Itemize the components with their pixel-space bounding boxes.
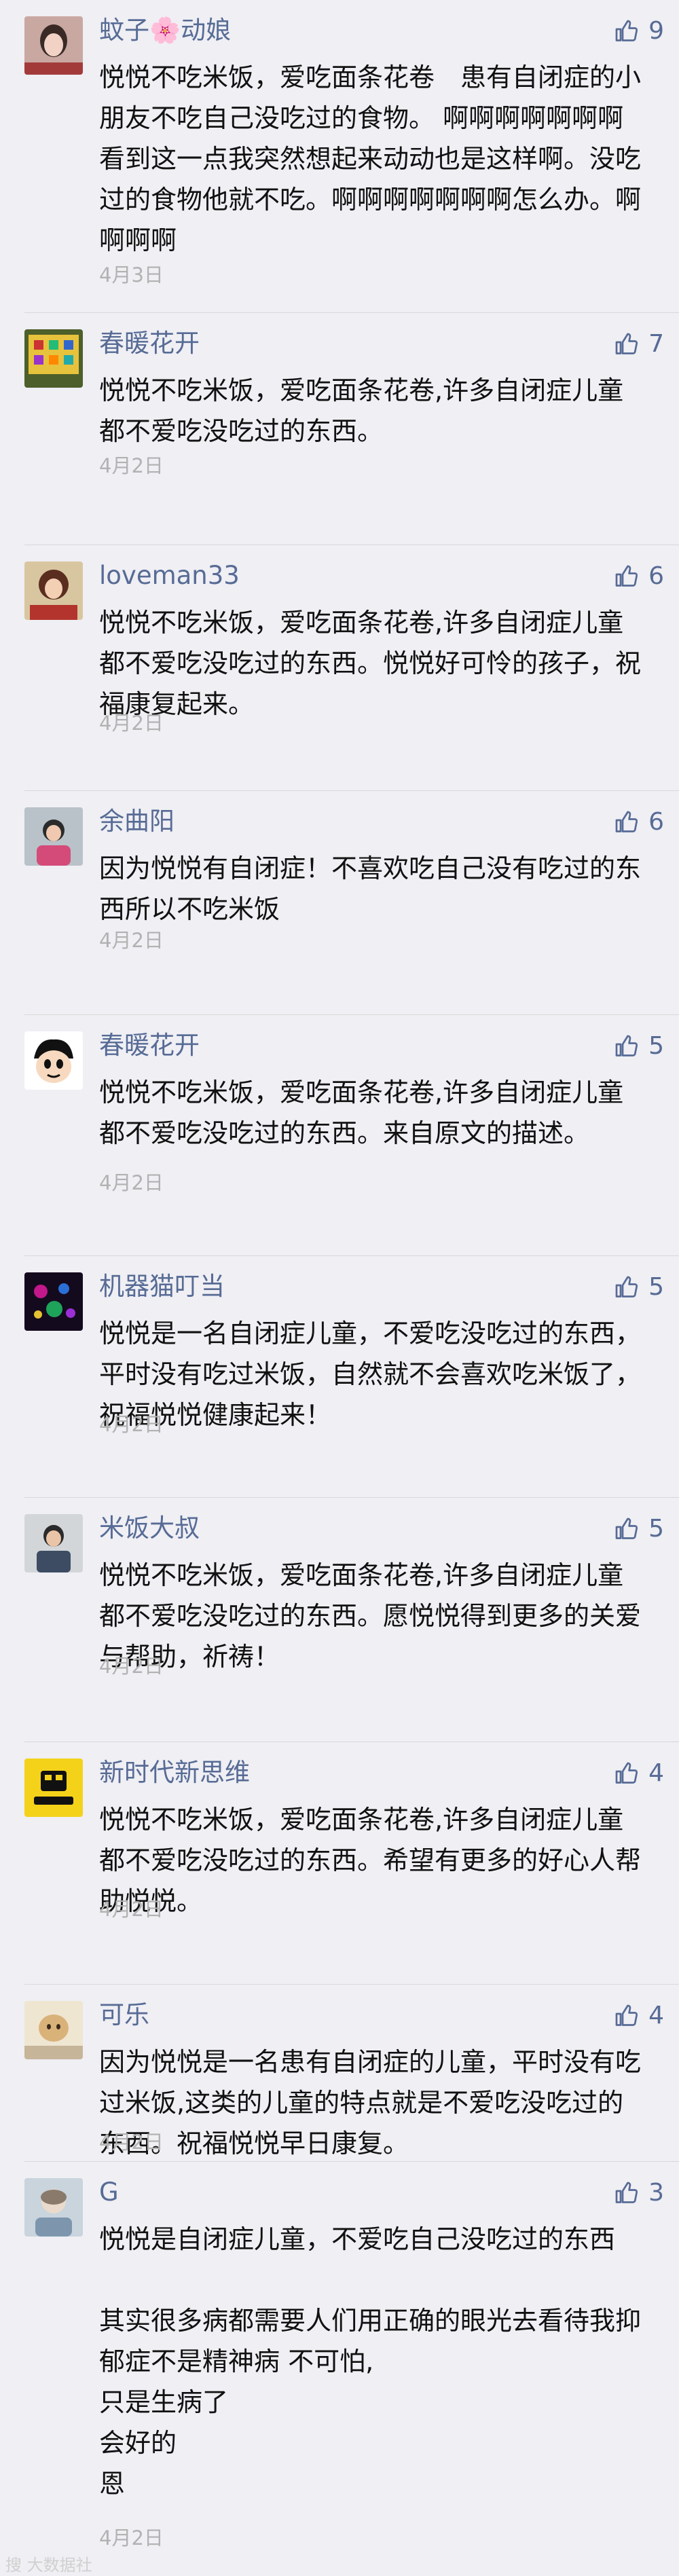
comment-item: G 3 悦悦是自闭症儿童，不爱吃自己没吃过的东西 其实很多病都需要人们用正确的眼… xyxy=(0,2162,679,2556)
comment-item: 可乐 4 因为悦悦是一名患有自闭症的儿童，平时没有吃过米饭,这类的儿童的特点就是… xyxy=(0,1985,679,2162)
avatar[interactable] xyxy=(24,1272,83,1331)
avatar[interactable] xyxy=(24,2001,83,2059)
comment-text: 悦悦不吃米饭，爱吃面条花卷,许多自闭症儿童都不爱吃没吃过的东西。来自原文的描述。 xyxy=(99,1078,624,1148)
comment-date: 4月2日 xyxy=(99,1413,164,1436)
thumbs-up-icon xyxy=(615,333,638,354)
avatar[interactable] xyxy=(24,16,83,75)
thumbs-up-icon xyxy=(615,1517,638,1539)
comment-item: 机器猫叮当 5 悦悦是一名自闭症儿童，不爱吃没吃过的东西，平时没有吃过米饭，自然… xyxy=(0,1256,679,1498)
comment-text: 悦悦不吃米饭，爱吃面条花卷,许多自闭症儿童都不爱吃没吃过的东西。 xyxy=(99,375,624,446)
like-count: 6 xyxy=(648,562,664,590)
thumbs-up-icon xyxy=(615,565,638,587)
comment-date: 4月2日 xyxy=(99,2526,164,2550)
comment-text: 因为悦悦是一名患有自闭症的儿童，平时没有吃过米饭,这类的儿童的特点就是不爱吃没吃… xyxy=(99,2047,642,2158)
like-count: 9 xyxy=(648,17,664,45)
like-button[interactable]: 6 xyxy=(614,806,664,839)
like-button[interactable]: 3 xyxy=(614,2177,664,2209)
like-button[interactable]: 5 xyxy=(614,1513,664,1545)
like-button[interactable]: 7 xyxy=(614,328,664,361)
comment-date: 4月2日 xyxy=(99,1171,164,1194)
comment-item: 新时代新思维 4 悦悦不吃米饭，爱吃面条花卷,许多自闭症儿童都不爱吃没吃过的东西… xyxy=(0,1742,679,1985)
comment-text: 悦悦是自闭症儿童，不爱吃自己没吃过的东西 其实很多病都需要人们用正确的眼光去看待… xyxy=(99,2224,642,2499)
like-count: 7 xyxy=(648,330,664,358)
like-count: 5 xyxy=(648,1515,664,1543)
avatar[interactable] xyxy=(24,807,83,866)
like-button[interactable]: 6 xyxy=(614,560,664,593)
commenter-name[interactable]: 蚊子🌸动娘 xyxy=(99,14,231,48)
commenter-name[interactable]: 春暖花开 xyxy=(99,327,200,361)
thumbs-up-icon xyxy=(615,1762,638,1784)
comment-item: 春暖花开 7 悦悦不吃米饭，爱吃面条花卷,许多自闭症儿童都不爱吃没吃过的东西。 … xyxy=(0,313,679,545)
commenter-name[interactable]: 新时代新思维 xyxy=(99,1756,250,1790)
comment-text: 悦悦不吃米饭，爱吃面条花卷 患有自闭症的小朋友不吃自己没吃过的食物。 啊啊啊啊啊… xyxy=(99,62,642,255)
like-count: 6 xyxy=(648,808,664,836)
thumbs-up-icon xyxy=(615,20,638,41)
comment-date: 4月2日 xyxy=(99,712,164,735)
like-button[interactable]: 5 xyxy=(614,1030,664,1063)
thumbs-up-icon xyxy=(615,2182,638,2203)
avatar[interactable] xyxy=(24,1031,83,1090)
thumbs-up-icon xyxy=(615,811,638,832)
comment-text: 悦悦是一名自闭症儿童，不爱吃没吃过的东西，平时没有吃过米饭，自然就不会喜欢吃米饭… xyxy=(99,1319,642,1430)
comment-item: 春暖花开 5 悦悦不吃米饭，爱吃面条花卷,许多自闭症儿童都不爱吃没吃过的东西。来… xyxy=(0,1015,679,1256)
avatar[interactable] xyxy=(24,2178,83,2237)
thumbs-up-icon xyxy=(615,2004,638,2026)
comment-item: 余曲阳 6 因为悦悦有自闭症！不喜欢吃自己没有吃过的东西所以不吃米饭 4月2日 xyxy=(0,791,679,1015)
commenter-name[interactable]: loveman33 xyxy=(99,559,240,593)
comment-item: loveman33 6 悦悦不吃米饭，爱吃面条花卷,许多自闭症儿童都不爱吃没吃过… xyxy=(0,545,679,791)
comment-text: 悦悦不吃米饭，爱吃面条花卷,许多自闭症儿童都不爱吃没吃过的东西。悦悦好可怜的孩子… xyxy=(99,608,642,719)
comment-date: 4月2日 xyxy=(99,1655,164,1678)
comment-date: 4月3日 xyxy=(99,263,164,287)
like-count: 5 xyxy=(648,1273,664,1301)
commenter-name[interactable]: 春暖花开 xyxy=(99,1029,200,1063)
avatar[interactable] xyxy=(24,1759,83,1817)
commenter-name[interactable]: 余曲阳 xyxy=(99,805,175,839)
avatar[interactable] xyxy=(24,329,83,388)
comment-text: 因为悦悦有自闭症！不喜欢吃自己没有吃过的东西所以不吃米饭 xyxy=(99,853,642,924)
like-button[interactable]: 4 xyxy=(614,1757,664,1790)
comment-item: 蚊子🌸动娘 9 悦悦不吃米饭，爱吃面条花卷 患有自闭症的小朋友不吃自己没吃过的食… xyxy=(0,0,679,313)
thumbs-up-icon xyxy=(615,1035,638,1056)
like-count: 4 xyxy=(648,1759,664,1787)
comment-date: 4月2日 xyxy=(99,929,164,952)
comment-date: 4月2日 xyxy=(99,2131,164,2154)
comment-date: 4月2日 xyxy=(99,454,164,477)
thumbs-up-icon xyxy=(615,1276,638,1298)
watermark: 搜 大数据社 xyxy=(5,2556,92,2575)
avatar[interactable] xyxy=(24,562,83,620)
comment-item: 米饭大叔 5 悦悦不吃米饭，爱吃面条花卷,许多自闭症儿童都不爱吃没吃过的东西。愿… xyxy=(0,1498,679,1742)
commenter-name[interactable]: G xyxy=(99,2175,119,2209)
like-count: 3 xyxy=(648,2179,664,2207)
like-count: 5 xyxy=(648,1032,664,1060)
avatar[interactable] xyxy=(24,1514,83,1572)
comment-text: 悦悦不吃米饭，爱吃面条花卷,许多自闭症儿童都不爱吃没吃过的东西。愿悦悦得到更多的… xyxy=(99,1560,642,1672)
comment-date: 4月2日 xyxy=(99,1898,164,1921)
commenter-name[interactable]: 米饭大叔 xyxy=(99,1511,200,1545)
like-button[interactable]: 4 xyxy=(614,2000,664,2032)
comment-text: 悦悦不吃米饭，爱吃面条花卷,许多自闭症儿童都不爱吃没吃过的东西。希望有更多的好心… xyxy=(99,1805,642,1916)
commenter-name[interactable]: 可乐 xyxy=(99,1998,149,2032)
like-button[interactable]: 5 xyxy=(614,1271,664,1304)
like-button[interactable]: 9 xyxy=(614,15,664,48)
commenter-name[interactable]: 机器猫叮当 xyxy=(99,1270,225,1304)
like-count: 4 xyxy=(648,2002,664,2029)
